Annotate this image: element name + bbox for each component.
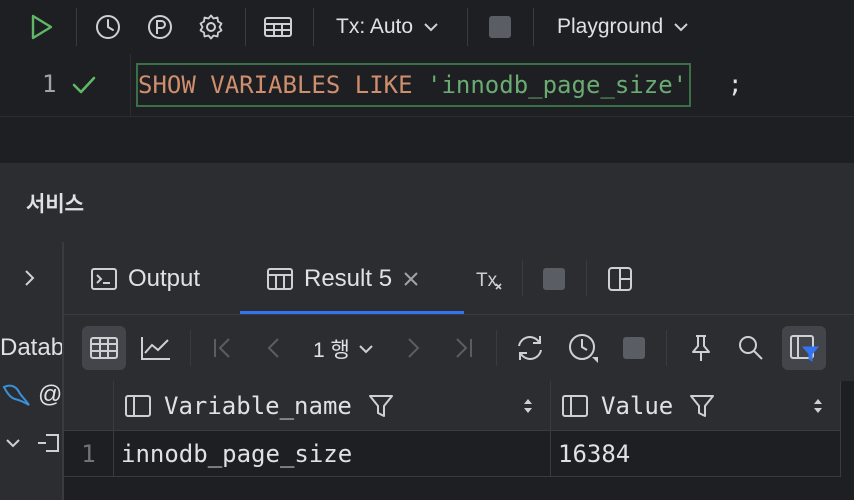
sql-keyword-show: SHOW (138, 71, 196, 99)
close-icon[interactable] (402, 270, 420, 288)
expand-chevron-right-icon[interactable] (18, 264, 42, 292)
tab-result-label: Result 5 (304, 265, 393, 292)
refresh-icon[interactable] (512, 332, 548, 364)
sql-keyword-like: LIKE (354, 71, 413, 99)
statement-terminator: ; (728, 70, 743, 98)
database-tree-label: Datab (0, 334, 62, 361)
filter-icon[interactable] (368, 393, 394, 419)
session-dropdown[interactable]: Playground (557, 12, 689, 42)
svg-text:Tx: Tx (476, 270, 498, 291)
search-icon[interactable] (736, 332, 766, 364)
column-header-variable-name[interactable]: Variable_name (114, 381, 551, 431)
toolbar-divider (467, 8, 468, 46)
table-icon (267, 268, 293, 290)
first-page-icon[interactable] (208, 334, 238, 362)
mysql-dolphin-icon (0, 380, 32, 410)
sort-icon[interactable] (522, 396, 534, 416)
tabs-divider (586, 260, 587, 296)
toolbar-divider (313, 8, 314, 46)
tab-output[interactable]: Output (90, 258, 200, 300)
services-title: 서비스 (26, 193, 84, 216)
expand-chevron-down-icon[interactable] (4, 432, 22, 454)
history-icon[interactable] (92, 11, 124, 43)
layout-split-icon[interactable] (606, 265, 634, 293)
sort-icon[interactable] (812, 396, 824, 416)
table-cell-value[interactable]: 16384 (551, 431, 841, 477)
chevron-down-icon (674, 23, 688, 32)
tab-result-5[interactable]: Result 5 (266, 258, 420, 300)
column-icon (562, 394, 588, 417)
results-toolbar-divider (496, 330, 497, 366)
row-number-header (64, 381, 114, 431)
stop-icon[interactable] (485, 12, 515, 42)
filter-columns-icon[interactable] (782, 326, 826, 370)
previous-page-icon[interactable] (260, 334, 288, 362)
checkmark-icon (70, 70, 98, 100)
active-tab-indicator (240, 311, 464, 314)
tabs-divider (522, 260, 523, 296)
tree-item-connection[interactable]: @ (38, 381, 62, 409)
filter-icon[interactable] (689, 393, 715, 419)
results-toolbar-divider (190, 330, 191, 366)
pin-icon[interactable] (686, 332, 716, 364)
run-icon[interactable] (26, 12, 58, 42)
query-history-icon[interactable] (564, 330, 602, 366)
row-count-dropdown[interactable]: 1 행 (313, 334, 374, 364)
chevron-down-icon (424, 23, 438, 32)
editor-gutter (0, 54, 131, 116)
chart-view-icon[interactable] (138, 332, 174, 364)
line-number: 1 (42, 70, 57, 98)
editor-empty-area (0, 117, 854, 163)
explain-plan-icon[interactable] (144, 11, 176, 43)
column-header-value[interactable]: Value (551, 381, 841, 431)
cancel-query-icon[interactable] (620, 334, 648, 362)
column-name: Variable_name (164, 391, 352, 420)
sql-string-literal: 'innodb_page_size' (427, 71, 688, 99)
row-number: 1 (64, 431, 114, 477)
table-cell-variable-name[interactable]: innodb_page_size (114, 431, 551, 477)
column-icon (125, 394, 151, 417)
session-label: Playground (557, 15, 664, 38)
settings-gear-icon[interactable] (195, 11, 227, 43)
code-line[interactable]: SHOW VARIABLES LIKE 'innodb_page_size' (136, 63, 692, 107)
toolbar-divider (76, 8, 77, 46)
chevron-down-icon (359, 345, 373, 354)
last-page-icon[interactable] (448, 334, 478, 362)
tab-output-label: Output (128, 265, 201, 292)
transaction-mode-label: Tx: Auto (336, 15, 414, 38)
sql-keyword-variables: VARIABLES (210, 71, 341, 99)
console-icon (91, 268, 117, 290)
transaction-tx-icon[interactable]: Tx (474, 264, 504, 294)
toolbar-divider (533, 8, 534, 46)
results-toolbar-divider (666, 330, 667, 366)
next-page-icon[interactable] (400, 334, 426, 362)
column-name: Value (601, 391, 674, 420)
stop-icon[interactable] (540, 265, 568, 293)
table-view-icon[interactable] (261, 11, 295, 43)
transaction-mode-dropdown[interactable]: Tx: Auto (336, 12, 439, 42)
toolbar-divider (245, 8, 246, 46)
row-count-label: 1 행 (313, 339, 350, 362)
grid-view-icon[interactable] (82, 326, 126, 370)
session-console-icon (36, 430, 62, 456)
